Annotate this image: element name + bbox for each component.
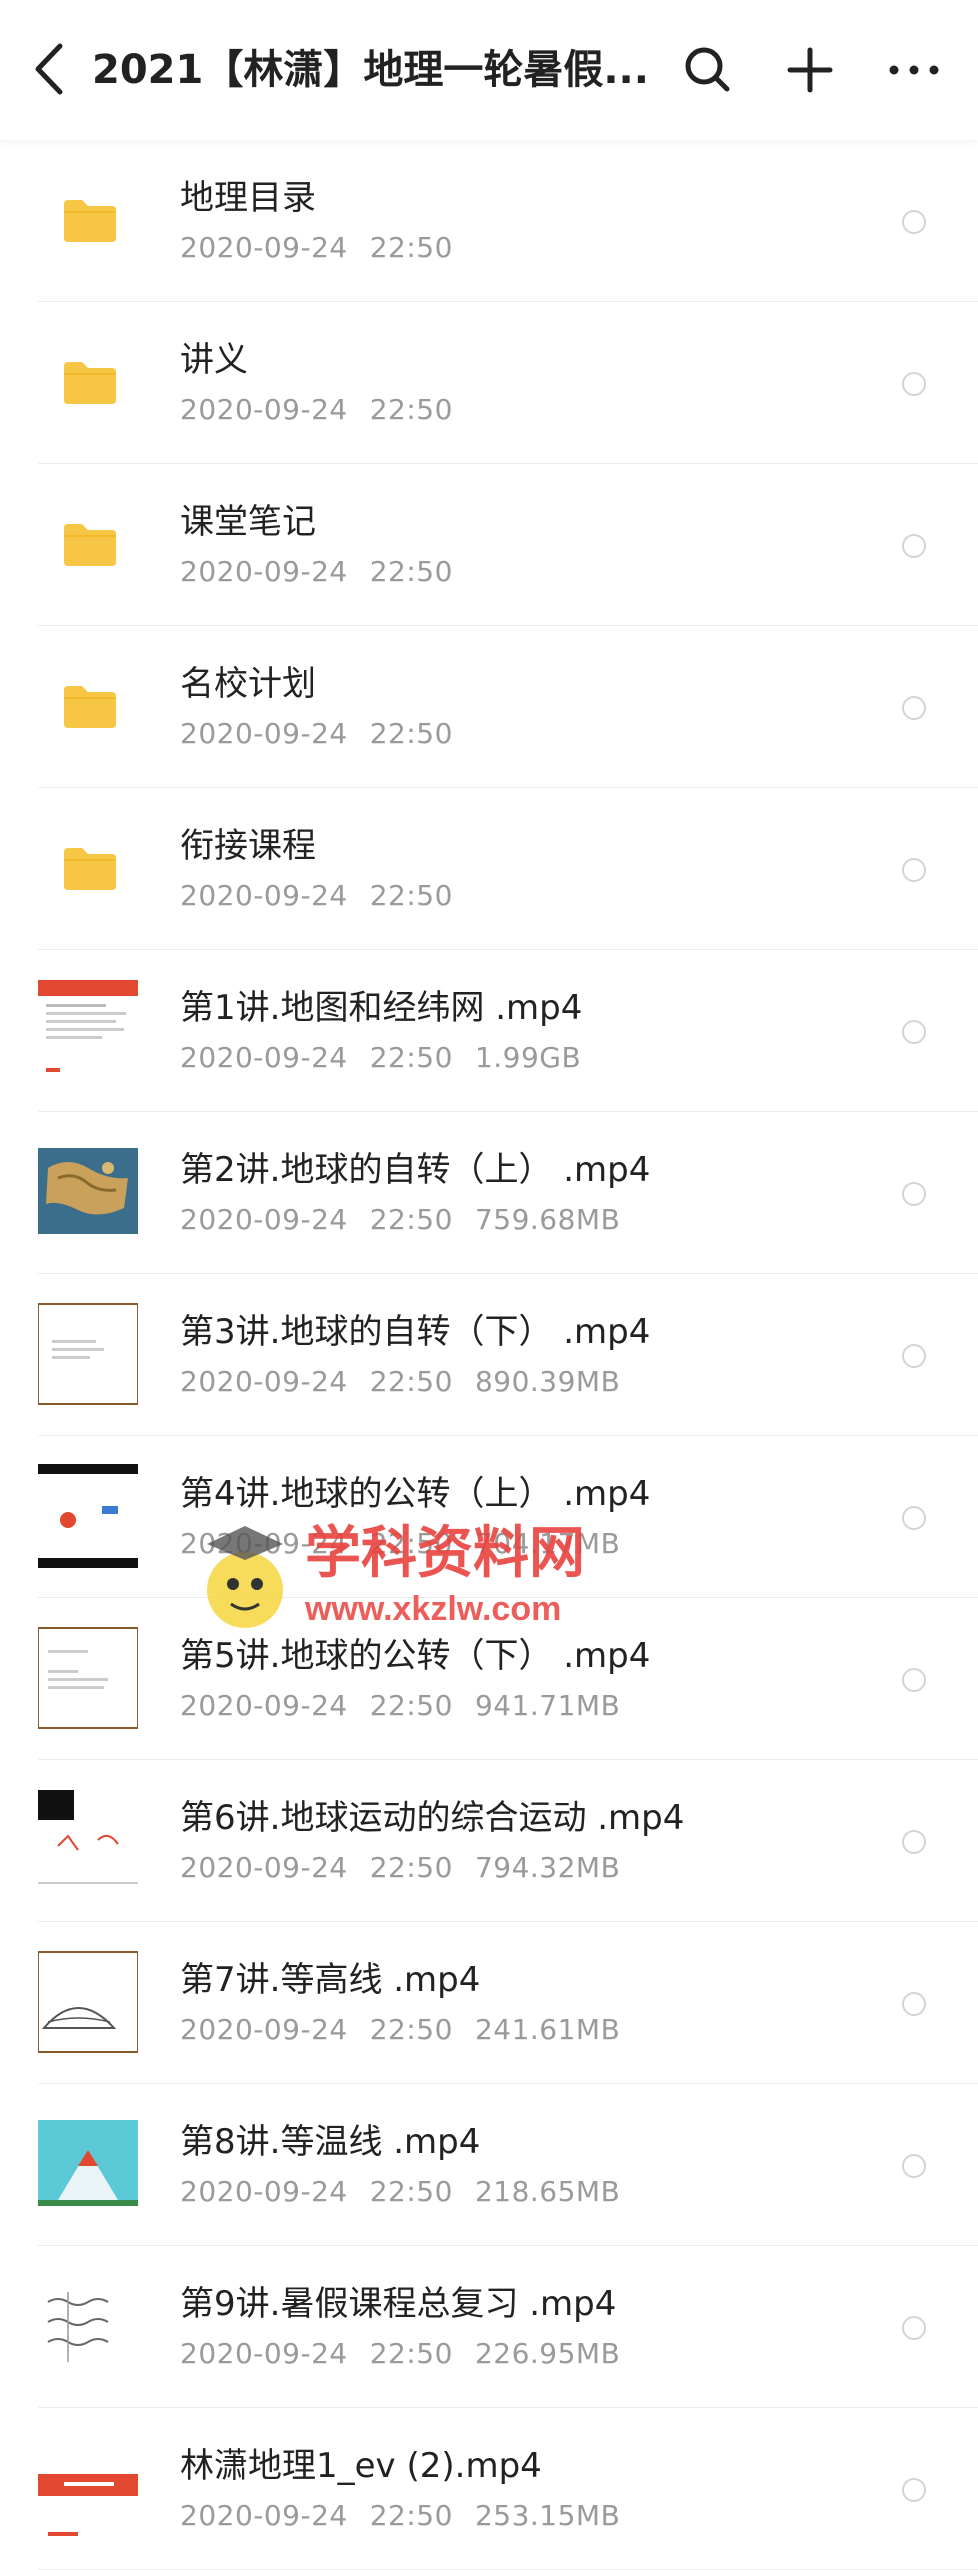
file-meta: 2020-09-24 22:50 <box>180 555 453 588</box>
select-radio[interactable] <box>902 1668 926 1692</box>
file-meta: 2020-09-24 22:50 <box>180 231 453 264</box>
select-radio[interactable] <box>902 2154 926 2178</box>
more-horizontal-icon <box>889 65 939 75</box>
plus-icon <box>787 47 833 93</box>
video-thumbnail <box>38 1462 138 1570</box>
file-name: 讲义 <box>180 340 248 380</box>
file-name: 衔接课程 <box>180 826 316 866</box>
add-button[interactable] <box>778 38 842 102</box>
folder-icon <box>64 848 116 890</box>
file-meta: 2020-09-24 22:50 226.95MB <box>180 2337 621 2370</box>
file-meta: 2020-09-24 22:50 <box>180 393 453 426</box>
file-meta: 2020-09-24 22:50 <box>180 717 453 750</box>
list-item[interactable]: 课堂笔记 2020-09-24 22:50 <box>0 464 978 626</box>
file-name: 第5讲.地球的公转（下） .mp4 <box>180 1636 651 1676</box>
folder-icon <box>64 524 116 566</box>
folder-icon <box>64 362 116 404</box>
file-name: 课堂笔记 <box>180 502 316 542</box>
file-meta: 2020-09-24 22:50 241.61MB <box>180 2013 621 2046</box>
video-thumbnail <box>38 2110 138 2218</box>
file-name: 第6讲.地球运动的综合运动 .mp4 <box>180 1798 685 1838</box>
select-radio[interactable] <box>902 2478 926 2502</box>
select-radio[interactable] <box>902 2316 926 2340</box>
file-meta: 2020-09-24 22:50 253.15MB <box>180 2499 621 2532</box>
select-radio[interactable] <box>902 1506 926 1530</box>
file-name: 名校计划 <box>180 664 316 704</box>
list-item[interactable]: 第6讲.地球运动的综合运动 .mp4 2020-09-24 22:50 794.32… <box>0 1760 978 1922</box>
select-radio[interactable] <box>902 1992 926 2016</box>
list-item[interactable]: 第8讲.等温线 .mp4 2020-09-24 22:50 218.65MB <box>0 2084 978 2246</box>
file-name: 地理目录 <box>180 178 316 218</box>
folder-title: 2021【林潇】地理一轮暑假... <box>92 47 649 93</box>
video-thumbnail <box>38 2434 138 2542</box>
file-name: 第7讲.等高线 .mp4 <box>180 1960 481 2000</box>
file-name: 第4讲.地球的公转（上） .mp4 <box>180 1474 651 1514</box>
search-icon <box>685 47 730 92</box>
file-name: 第9讲.暑假课程总复习 .mp4 <box>180 2284 617 2324</box>
list-item[interactable]: 名校计划 2020-09-24 22:50 <box>0 626 978 788</box>
file-name: 林潇地理1_ev (2).mp4 <box>180 2446 542 2486</box>
file-name: 第3讲.地球的自转（下） .mp4 <box>180 1312 651 1352</box>
file-name: 第1讲.地图和经纬网 .mp4 <box>180 988 583 1028</box>
select-radio[interactable] <box>902 372 926 396</box>
list-item[interactable]: 第3讲.地球的自转（下） .mp4 2020-09-24 22:50 890.39M… <box>0 1274 978 1436</box>
folder-icon <box>64 686 116 728</box>
select-radio[interactable] <box>902 858 926 882</box>
chevron-left-icon <box>35 43 63 95</box>
search-button[interactable] <box>676 38 740 102</box>
list-item[interactable]: 衔接课程 2020-09-24 22:50 <box>0 788 978 950</box>
top-bar: 2021【林潇】地理一轮暑假... <box>0 0 978 140</box>
file-list: 地理目录 2020-09-24 22:50 讲义 2020-09-24 22:50 … <box>0 140 978 2570</box>
folder-icon <box>64 200 116 242</box>
select-radio[interactable] <box>902 1830 926 1854</box>
list-item[interactable]: 第4讲.地球的公转（上） .mp4 2020-09-24 22:50 704.17M… <box>0 1436 978 1598</box>
file-meta: 2020-09-24 22:50 759.68MB <box>180 1203 621 1236</box>
more-button[interactable] <box>882 38 946 102</box>
file-meta: 2020-09-24 22:50 <box>180 879 453 912</box>
list-item[interactable]: 第1讲.地图和经纬网 .mp4 2020-09-24 22:50 1.99GB <box>0 950 978 1112</box>
list-item[interactable]: 地理目录 2020-09-24 22:50 <box>0 140 978 302</box>
select-radio[interactable] <box>902 210 926 234</box>
list-item[interactable]: 林潇地理1_ev (2).mp4 2020-09-24 22:50 253.15MB <box>0 2408 978 2570</box>
list-item[interactable]: 第2讲.地球的自转（上） .mp4 2020-09-24 22:50 759.68M… <box>0 1112 978 1274</box>
list-item[interactable]: 第9讲.暑假课程总复习 .mp4 2020-09-24 22:50 226.95MB <box>0 2246 978 2408</box>
video-thumbnail <box>38 1300 138 1408</box>
list-item[interactable]: 第5讲.地球的公转（下） .mp4 2020-09-24 22:50 941.71M… <box>0 1598 978 1760</box>
video-thumbnail <box>38 2272 138 2380</box>
file-name: 第8讲.等温线 .mp4 <box>180 2122 481 2162</box>
file-name: 第2讲.地球的自转（上） .mp4 <box>180 1150 651 1190</box>
select-radio[interactable] <box>902 1344 926 1368</box>
back-button[interactable] <box>26 38 72 100</box>
video-thumbnail <box>38 1624 138 1732</box>
video-thumbnail <box>38 1948 138 2056</box>
file-meta: 2020-09-24 22:50 890.39MB <box>180 1365 621 1398</box>
video-thumbnail <box>38 1138 138 1246</box>
select-radio[interactable] <box>902 696 926 720</box>
file-meta: 2020-09-24 22:50 704.17MB <box>180 1527 621 1560</box>
file-meta: 2020-09-24 22:50 1.99GB <box>180 1041 582 1074</box>
select-radio[interactable] <box>902 1182 926 1206</box>
file-meta: 2020-09-24 22:50 794.32MB <box>180 1851 621 1884</box>
file-meta: 2020-09-24 22:50 941.71MB <box>180 1689 621 1722</box>
list-item[interactable]: 讲义 2020-09-24 22:50 <box>0 302 978 464</box>
select-radio[interactable] <box>902 534 926 558</box>
file-meta: 2020-09-24 22:50 218.65MB <box>180 2175 621 2208</box>
select-radio[interactable] <box>902 1020 926 1044</box>
video-thumbnail <box>38 976 138 1084</box>
video-thumbnail <box>38 1786 138 1894</box>
list-item[interactable]: 第7讲.等高线 .mp4 2020-09-24 22:50 241.61MB <box>0 1922 978 2084</box>
